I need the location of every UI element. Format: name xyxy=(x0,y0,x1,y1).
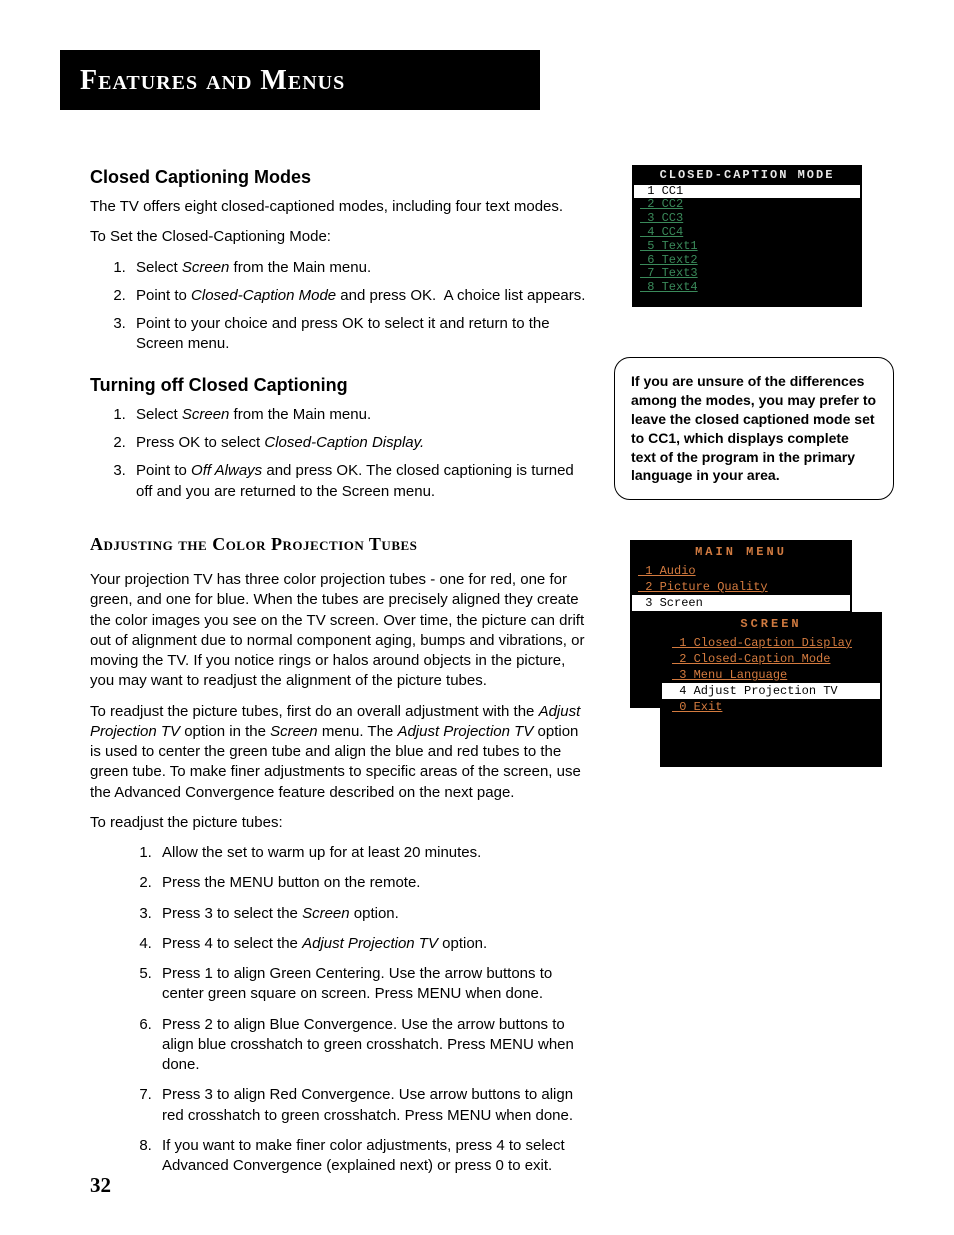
list-item: Press 3 to align Red Convergence. Use ar… xyxy=(156,1085,589,1126)
list-item: Point to Off Always and press OK. The cl… xyxy=(130,461,589,502)
menu-row: 2 Picture Quality xyxy=(632,579,850,595)
list-item: Point to Closed-Caption Mode and press O… xyxy=(130,286,589,306)
menu-row: 1 Closed-Caption Display xyxy=(662,635,880,651)
main-menu-title: MAIN MENU xyxy=(632,542,850,562)
list-item: Press 4 to select the Adjust Projection … xyxy=(156,934,589,954)
cc-off-steps: Select Screen from the Main menu. Press … xyxy=(90,405,589,502)
cc-modes-steps: Select Screen from the Main menu. Point … xyxy=(90,258,589,355)
menu-row: 0 Exit xyxy=(662,699,880,715)
list-item: Select Screen from the Main menu. xyxy=(130,258,589,278)
menu-footer xyxy=(634,295,860,305)
heading-cc-off: Turning off Closed Captioning xyxy=(90,373,589,397)
menu-row: 5 Text1 xyxy=(634,240,860,254)
heading-adjust-tubes: Adjusting the Color Projection Tubes xyxy=(90,532,589,556)
page-number: 32 xyxy=(90,1171,111,1199)
menu-row: 6 Text2 xyxy=(634,254,860,268)
adjust-lead: To readjust the picture tubes: xyxy=(90,813,589,833)
menu-row: 4 Adjust Projection TV xyxy=(662,683,880,699)
menu-spacer xyxy=(662,715,880,765)
menu-row: 7 Text3 xyxy=(634,267,860,281)
list-item: Press OK to select Closed-Caption Displa… xyxy=(130,433,589,453)
heading-cc-modes: Closed Captioning Modes xyxy=(90,165,589,189)
chapter-banner: Features and Menus xyxy=(60,50,540,110)
list-item: Select Screen from the Main menu. xyxy=(130,405,589,425)
menu-row: 3 Menu Language xyxy=(662,667,880,683)
cc-modes-toset: To Set the Closed-Captioning Mode: xyxy=(90,227,589,247)
screen-submenu: SCREEN 1 Closed-Caption Display 2 Closed… xyxy=(660,612,882,767)
menu-row: 2 CC2 xyxy=(634,198,860,212)
adjust-steps: Allow the set to warm up for at least 20… xyxy=(90,843,589,1176)
list-item: Press the MENU button on the remote. xyxy=(156,873,589,893)
sidebar-column: CLOSED-CAPTION MODE 1 CC1 2 CC2 3 CC3 4 … xyxy=(624,165,884,1191)
cc-mode-menu-title: CLOSED-CAPTION MODE xyxy=(634,167,860,185)
list-item: Press 2 to align Blue Convergence. Use t… xyxy=(156,1015,589,1076)
adjust-p2: To readjust the picture tubes, first do … xyxy=(90,702,589,803)
menu-row: 3 Screen xyxy=(632,595,850,611)
list-item: Allow the set to warm up for at least 20… xyxy=(156,843,589,863)
menu-row: 8 Text4 xyxy=(634,281,860,295)
menu-row: 1 CC1 xyxy=(634,185,860,199)
two-column-layout: Closed Captioning Modes The TV offers ei… xyxy=(90,165,884,1191)
tip-callout: If you are unsure of the differences amo… xyxy=(614,357,894,500)
cc-mode-menu: CLOSED-CAPTION MODE 1 CC1 2 CC2 3 CC3 4 … xyxy=(632,165,862,307)
adjust-p1: Your projection TV has three color proje… xyxy=(90,570,589,692)
screen-submenu-title: SCREEN xyxy=(662,614,880,634)
cc-modes-intro: The TV offers eight closed-captioned mod… xyxy=(90,197,589,217)
list-item: Press 1 to align Green Centering. Use th… xyxy=(156,964,589,1005)
menu-row: 1 Audio xyxy=(632,563,850,579)
main-text-column: Closed Captioning Modes The TV offers ei… xyxy=(90,165,589,1191)
list-item: If you want to make finer color adjustme… xyxy=(156,1136,589,1177)
nested-menu-figure: MAIN MENU 1 Audio 2 Picture Quality 3 Sc… xyxy=(630,540,880,770)
menu-row: 2 Closed-Caption Mode xyxy=(662,651,880,667)
menu-row: 4 CC4 xyxy=(634,226,860,240)
list-item: Press 3 to select the Screen option. xyxy=(156,904,589,924)
menu-row: 3 CC3 xyxy=(634,212,860,226)
list-item: Point to your choice and press OK to sel… xyxy=(130,314,589,355)
